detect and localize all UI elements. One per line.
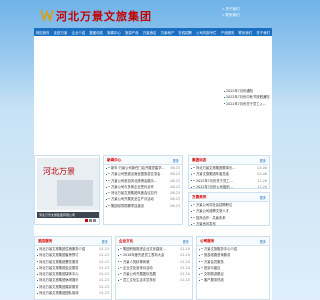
more-link[interactable]: 更多	[260, 158, 266, 163]
svg-text:河北万景: 河北万景	[43, 166, 75, 176]
list-item[interactable]: 2022年7月份关于员工入...	[222, 101, 270, 107]
list-item[interactable]: • 万景资讯发布	[189, 221, 269, 227]
list-item[interactable]: 河北万景文旅集团团队接待 01-23	[35, 290, 111, 296]
photo-image: 河北万景	[37, 158, 99, 210]
photo-caption: 河北万景文旅集团有限公司	[37, 212, 99, 218]
nav-item[interactable]: 关于我们	[256, 30, 270, 35]
panel-title: 公司服务	[200, 239, 215, 243]
more-link[interactable]: 更多	[260, 195, 266, 200]
pager-dot[interactable]	[89, 219, 92, 222]
panel-title: 集团动态	[192, 158, 207, 162]
main-nav: 网站首页 走进万景 企业介绍 集团动态 新闻中心 旅游产品 万景酒店 万景地产 …	[34, 28, 272, 36]
list-item[interactable]: • 集团领导视察项目建设 06-23	[104, 203, 182, 209]
news-panel: 新闻中心 更多 • 新年·万景公司新任门店开展党建学... 06-23 • 万景公司…	[103, 155, 183, 225]
hotel-panel: 酒店服务 更多 河北万景文旅集团住宿服务介绍 01-23 河北万景文旅集团客房预订 0…	[34, 236, 112, 300]
more-link[interactable]: 更多	[183, 239, 189, 244]
nav-item[interactable]: 万景酒店	[143, 30, 157, 35]
photo-slideshow[interactable]: 河北万景 河北万景文旅集团有限公司	[34, 155, 100, 225]
notice-panel: 2022年7月份通知 2022年7月份中秋节放假通知 2022年7月份关于员工入…	[222, 88, 270, 120]
nav-item[interactable]: 公司内部专栏	[196, 30, 216, 35]
panel-title: 酒店服务	[38, 239, 53, 243]
nav-item[interactable]: 新闻中心	[107, 30, 121, 35]
pager-dot[interactable]	[93, 219, 96, 222]
logo-mark-icon	[40, 9, 54, 22]
panel-title: 万景资讯	[192, 195, 207, 199]
nav-item[interactable]: 产品服务	[221, 30, 235, 35]
photo-artwork-icon: 河北万景	[37, 158, 99, 210]
nav-item[interactable]: 走进万景	[54, 30, 68, 35]
nav-item[interactable]: 万景地产	[161, 30, 175, 35]
photo-pager	[85, 219, 96, 222]
more-link[interactable]: 更多	[260, 239, 266, 244]
nav-item[interactable]: 企业介绍	[72, 30, 86, 35]
info-panel: 万景资讯 更多 • 万景公司向社会招聘职位 • 万景公司诚聘文旅人才 • 招商合作…	[188, 192, 270, 226]
nav-item[interactable]: 在线招聘	[178, 30, 192, 35]
more-link[interactable]: 更多	[102, 239, 108, 244]
panel-title: 新闻中心	[107, 158, 122, 162]
list-item[interactable]: • 2022年7月份公司组织... 12-26	[189, 184, 269, 190]
nav-item[interactable]: 旅游产品	[125, 30, 139, 35]
more-link[interactable]: 更多	[173, 158, 179, 163]
nav-item[interactable]: 网站首页	[36, 30, 50, 35]
site-logo[interactable]: 河北万景文旅集团	[40, 8, 180, 24]
pager-dot[interactable]	[85, 219, 88, 222]
panel-title: 企业文化	[119, 239, 134, 243]
service-panel: 公司服务 更多 • 万景文旅服务中心介绍 • 旅游线路咨询服务 • 万景会员服务 …	[196, 236, 270, 300]
culture-panel: 企业文化 更多 • 集团积极推进企业文化建设... 01-10 • 2018年度先进…	[115, 236, 193, 300]
site-name: 河北万景文旅集团	[56, 10, 152, 23]
group-news-panel: 集团动态 更多 • 河北万景文旅集团董事长... 03-06 • 万景文旅集团年度总…	[188, 155, 270, 189]
list-item[interactable]: • 客户服务热线	[197, 277, 269, 283]
list-item[interactable]: • 员工文化生活丰富多彩 01-10	[116, 277, 192, 283]
nav-item[interactable]: 联系我们	[239, 30, 253, 35]
quick-link-contact[interactable]: » 联系我们	[222, 12, 268, 18]
nav-item[interactable]: 集团动态	[89, 30, 103, 35]
quick-links: » 关于我们 » 联系我们	[222, 6, 268, 18]
